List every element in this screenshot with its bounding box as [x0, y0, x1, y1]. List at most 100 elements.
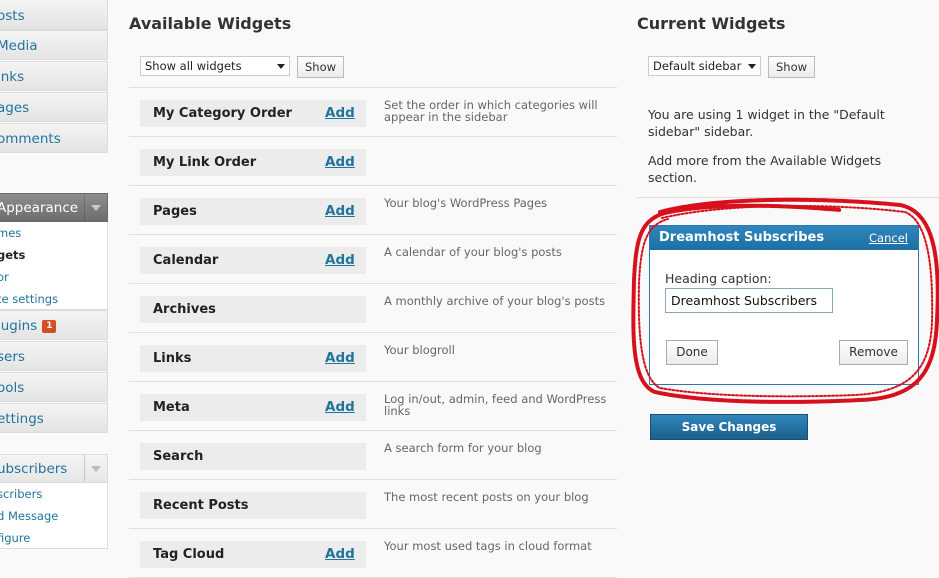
widget-name: Archives: [153, 302, 216, 317]
sidebar-select-value: Default sidebar: [653, 59, 742, 73]
widget-description: Set the order in which categories will a…: [384, 98, 598, 124]
dropdown-arrow-icon: [748, 64, 756, 69]
chevron-down-icon: [91, 466, 101, 472]
dreamhost-widget-panel: Dreamhost Subscribes Cancel Heading capt…: [649, 225, 919, 385]
widget-filter-value: Show all widgets: [145, 59, 242, 73]
menu-item-comments[interactable]: omments: [0, 123, 108, 153]
widget-handle[interactable]: Archives: [140, 296, 366, 323]
widget-panel-title: Dreamhost Subscribes: [659, 230, 825, 245]
widget-name: Search: [153, 449, 204, 464]
widget-name: Tag Cloud: [153, 547, 225, 562]
widget-description: A calendar of your blog's posts: [384, 245, 562, 259]
add-widget-link[interactable]: Add: [325, 546, 355, 562]
appearance-submenu: mes gets or te settings: [0, 222, 108, 310]
widget-handle[interactable]: Pages Add: [140, 198, 366, 225]
current-widgets-title: Current Widgets: [637, 14, 786, 33]
menu-item-links[interactable]: inks: [0, 61, 108, 91]
current-widgets-column: Current Widgets Default sidebar Show You…: [637, 0, 939, 570]
chevron-down-icon: [91, 205, 101, 211]
widget-count-info: You are using 1 widget in the "Default s…: [648, 107, 885, 139]
widget-row: Links Add Your blogroll: [129, 333, 617, 382]
sidebar-select[interactable]: Default sidebar: [648, 56, 761, 76]
widget-filter-select[interactable]: Show all widgets: [140, 56, 290, 76]
menu-item-subscribers-label: ubscribers: [0, 461, 68, 477]
widget-name: My Link Order: [153, 155, 257, 170]
widget-row: My Category Order Add Set the order in w…: [129, 88, 617, 137]
add-widget-link[interactable]: Add: [325, 399, 355, 415]
widget-row: My Link Order Add: [129, 137, 617, 186]
menu-item-subscribers[interactable]: ubscribers: [0, 454, 108, 483]
available-widgets-title: Available Widgets: [129, 14, 292, 33]
heading-caption-label: Heading caption:: [665, 271, 772, 286]
heading-caption-input[interactable]: Dreamhost Subscribers: [665, 288, 833, 313]
widget-handle[interactable]: Meta Add: [140, 394, 366, 421]
menu-item-tools[interactable]: ools: [0, 372, 108, 402]
done-button[interactable]: Done: [666, 340, 718, 365]
widget-name: Meta: [153, 400, 190, 415]
add-widget-link[interactable]: Add: [325, 105, 355, 121]
menu-item-tools-label: ools: [0, 380, 25, 396]
widget-name: Pages: [153, 204, 197, 219]
widget-description: A search form for your blog: [384, 441, 542, 455]
widget-row: Search A search form for your blog: [129, 431, 617, 480]
widget-handle[interactable]: Calendar Add: [140, 247, 366, 274]
widget-handle[interactable]: Links Add: [140, 345, 366, 372]
menu-item-settings[interactable]: ettings: [0, 403, 108, 433]
widget-handle[interactable]: Tag Cloud Add: [140, 541, 366, 568]
divider: [637, 197, 939, 198]
menu-item-appearance-label: Appearance: [0, 200, 79, 216]
widget-row: Calendar Add A calendar of your blog's p…: [129, 235, 617, 284]
menu-item-users[interactable]: sers: [0, 341, 108, 371]
widget-handle[interactable]: Search: [140, 443, 366, 470]
menu-item-comments-label: omments: [0, 131, 61, 147]
show-sidebar-button[interactable]: Show: [768, 56, 815, 78]
widget-description: A monthly archive of your blog's posts: [384, 294, 606, 308]
menu-item-appearance[interactable]: Appearance: [0, 193, 108, 222]
menu-item-pages[interactable]: ages: [0, 92, 108, 122]
menu-item-plugins-label: lugins 1: [0, 311, 57, 339]
dropdown-arrow-icon: [277, 64, 285, 69]
submenu-item-send-message[interactable]: d Message: [0, 505, 107, 527]
submenu-item-editor[interactable]: or: [0, 266, 107, 288]
menu-item-pages-label: ages: [0, 100, 30, 116]
widget-name: Calendar: [153, 253, 219, 268]
available-widget-list: My Category Order Add Set the order in w…: [129, 87, 617, 578]
plugin-update-badge: 1: [42, 319, 57, 333]
menu-item-users-label: sers: [0, 349, 25, 365]
add-widget-link[interactable]: Add: [325, 252, 355, 268]
add-widget-link[interactable]: Add: [325, 350, 355, 366]
submenu-item-subscribers[interactable]: scribers: [0, 483, 107, 505]
show-widgets-button[interactable]: Show: [297, 56, 344, 78]
menu-item-posts-label: osts: [0, 8, 25, 24]
menu-item-posts[interactable]: osts: [0, 0, 108, 30]
widget-row: Meta Add Log in/out, admin, feed and Wor…: [129, 382, 617, 431]
widget-handle[interactable]: My Link Order Add: [140, 149, 366, 176]
remove-button[interactable]: Remove: [839, 340, 908, 365]
menu-item-media[interactable]: Media: [0, 30, 108, 60]
save-changes-button[interactable]: Save Changes: [650, 414, 808, 440]
widget-row: Tag Cloud Add Your most used tags in clo…: [129, 529, 617, 578]
subscribers-submenu: scribers d Message figure: [0, 483, 108, 549]
widget-description: Log in/out, admin, feed and WordPress li…: [384, 392, 607, 418]
widget-panel-header[interactable]: Dreamhost Subscribes Cancel: [650, 226, 918, 250]
widget-row: Archives A monthly archive of your blog'…: [129, 284, 617, 333]
menu-item-plugins[interactable]: lugins 1: [0, 310, 108, 340]
add-widget-link[interactable]: Add: [325, 154, 355, 170]
widget-handle[interactable]: Recent Posts: [140, 492, 366, 519]
widget-description: The most recent posts on your blog: [384, 490, 589, 504]
widget-name: My Category Order: [153, 106, 292, 121]
submenu-item-theme-settings[interactable]: te settings: [0, 288, 107, 310]
plugins-text: lugins: [0, 318, 38, 334]
submenu-item-themes[interactable]: mes: [0, 222, 107, 244]
menu-toggle-appearance[interactable]: [84, 194, 107, 221]
widget-description: Your blogroll: [384, 343, 455, 357]
cancel-link[interactable]: Cancel: [869, 231, 908, 245]
widget-handle[interactable]: My Category Order Add: [140, 100, 366, 127]
widget-row: Recent Posts The most recent posts on yo…: [129, 480, 617, 529]
submenu-item-configure[interactable]: figure: [0, 527, 107, 549]
add-widget-link[interactable]: Add: [325, 203, 355, 219]
menu-toggle-subscribers[interactable]: [84, 455, 107, 482]
widget-row: Pages Add Your blog's WordPress Pages: [129, 186, 617, 235]
menu-item-media-label: Media: [0, 38, 38, 54]
submenu-item-widgets[interactable]: gets: [0, 244, 107, 266]
